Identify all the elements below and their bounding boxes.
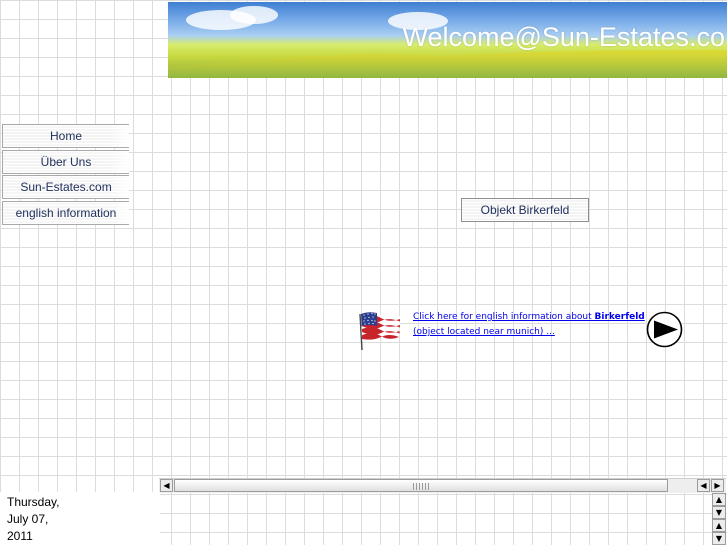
scroll-down-button[interactable]: ▼: [712, 506, 726, 519]
date-display: Thursday, July 07, 2011: [0, 492, 160, 545]
date-weekday: Thursday,: [7, 495, 60, 509]
scroll-up-button[interactable]: ▲: [712, 493, 726, 506]
scroll-right-button[interactable]: ▶: [711, 479, 724, 492]
nav-item-english-information[interactable]: english information: [2, 200, 129, 225]
scroll-left-button[interactable]: ◀: [160, 479, 173, 492]
nav-item-sun-estates[interactable]: Sun-Estates.com: [2, 175, 129, 199]
banner-title: Welcome@Sun-Estates.co: [402, 22, 725, 52]
horizontal-scroll-thumb[interactable]: [174, 479, 668, 492]
horizontal-scrollbar[interactable]: ◀ ◀ ▶: [159, 478, 726, 493]
english-info-link[interactable]: Click here for english information about…: [413, 310, 645, 340]
info-link-text[interactable]: Click here for english information about: [413, 312, 595, 322]
info-link-subtext[interactable]: (object located near munich) ...: [413, 327, 555, 337]
cloud: [230, 6, 278, 24]
header-banner: Welcome@Sun-Estates.co: [168, 2, 727, 78]
scroll-left-button-2[interactable]: ◀: [697, 479, 710, 492]
us-flag-icon[interactable]: [356, 308, 402, 350]
scroll-grip: [413, 483, 431, 490]
info-link-bold[interactable]: Birkerfeld: [595, 312, 645, 322]
nav-item-home[interactable]: Home: [2, 124, 129, 148]
date-year: 2011: [7, 529, 33, 543]
play-arrow-icon[interactable]: [646, 311, 683, 348]
objekt-birkerfeld-button[interactable]: Objekt Birkerfeld: [461, 198, 589, 222]
scroll-up-button-2[interactable]: ▲: [712, 519, 726, 532]
sidebar-nav: Home Über Uns Sun-Estates.com english in…: [2, 124, 129, 226]
nav-item-ueber-uns[interactable]: Über Uns: [2, 149, 129, 174]
scroll-down-button-2[interactable]: ▼: [712, 532, 726, 545]
date-month-day: July 07,: [7, 512, 49, 526]
vertical-scrollbar[interactable]: ▲ ▼ ▲ ▼: [712, 493, 726, 545]
